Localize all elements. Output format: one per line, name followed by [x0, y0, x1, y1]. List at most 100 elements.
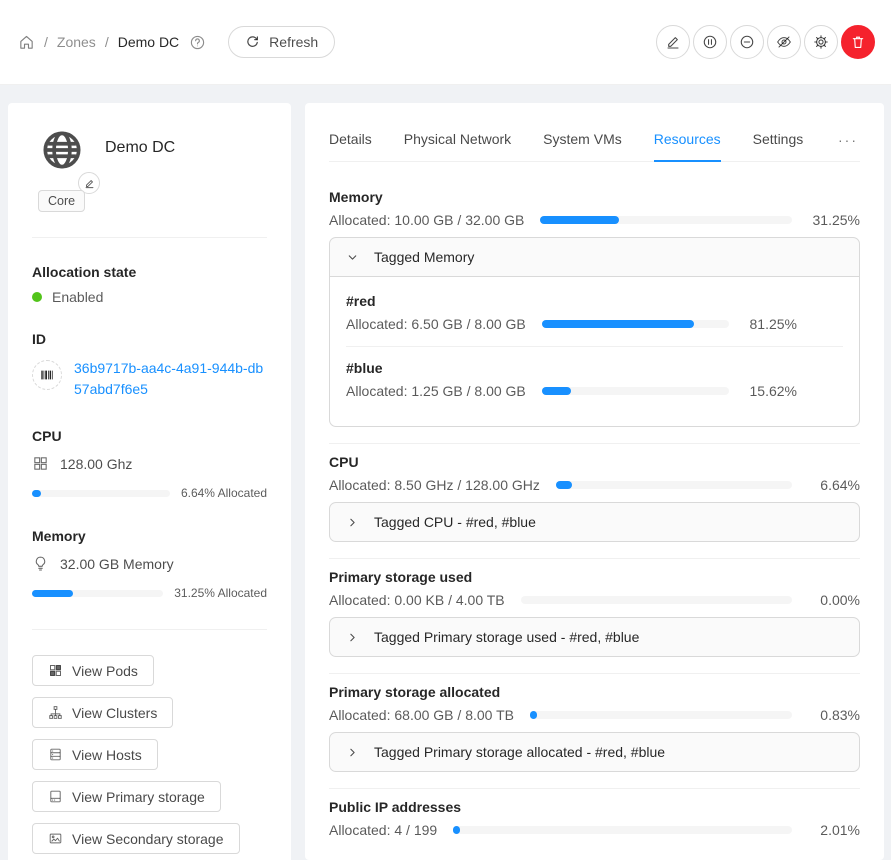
collapse-body: #red Allocated: 6.50 GB / 8.00 GB 81.25%… [330, 276, 859, 426]
progress-bar [542, 387, 729, 395]
action-settings-button[interactable] [804, 25, 838, 59]
view-hosts-button[interactable]: View Hosts [32, 739, 158, 770]
home-icon[interactable] [18, 34, 35, 51]
progress-bar [540, 216, 792, 224]
globe-icon [40, 128, 84, 172]
collapse-header[interactable]: Tagged Memory [330, 238, 859, 276]
allocation-state-label: Allocation state [32, 264, 267, 280]
action-edit-button[interactable] [656, 25, 690, 59]
tab-physical-network[interactable]: Physical Network [404, 119, 511, 162]
breadcrumb: / Zones / Demo DC Refresh [18, 26, 335, 58]
tagged-cpu-collapse: Tagged CPU - #red, #blue [329, 502, 860, 542]
memory-progress-row: 31.25% Allocated [32, 586, 267, 600]
zone-detail-card: Details Physical Network System VMs Reso… [305, 103, 884, 860]
cpu-progress-row: 6.64% Allocated [32, 486, 267, 500]
view-secondary-storage-button[interactable]: View Secondary storage [32, 823, 240, 854]
progress-bar [556, 481, 792, 489]
memory-percent-label: 31.25% Allocated [174, 586, 267, 600]
resource-title: Primary storage allocated [329, 684, 860, 700]
memory-value: 32.00 GB Memory [60, 556, 174, 572]
divider [329, 673, 860, 674]
divider [329, 558, 860, 559]
tagged-row: Allocated: 1.25 GB / 8.00 GB 15.62% [346, 383, 843, 399]
question-circle-icon[interactable] [189, 34, 206, 51]
barcode-icon [32, 360, 62, 390]
progress-bar [542, 320, 729, 328]
percent-label: 0.83% [806, 707, 860, 723]
tab-resources[interactable]: Resources [654, 119, 721, 162]
collapse-header[interactable]: Tagged Primary storage allocated - #red,… [330, 733, 859, 771]
action-delete-button[interactable] [841, 25, 875, 59]
cpu-value-row: 128.00 Ghz [32, 455, 267, 472]
bulb-icon [32, 555, 49, 572]
zone-summary-card: Demo DC Core Allocation state Enabled ID… [8, 103, 291, 860]
tagged-primary-storage-used-collapse: Tagged Primary storage used - #red, #blu… [329, 617, 860, 657]
view-pods-label: View Pods [72, 663, 138, 679]
action-pause-button[interactable] [693, 25, 727, 59]
zone-actions [656, 25, 875, 59]
edit-icon [665, 34, 681, 50]
cpu-icon [32, 455, 49, 472]
view-clusters-button[interactable]: View Clusters [32, 697, 173, 728]
progress-bar [453, 826, 792, 834]
divider [346, 346, 843, 347]
edit-icon [84, 178, 95, 189]
view-primary-storage-label: View Primary storage [72, 789, 205, 805]
action-minus-button[interactable] [730, 25, 764, 59]
collapse-label: Tagged Memory [374, 249, 474, 265]
primary-storage-icon [48, 789, 63, 804]
progress-bar [521, 596, 792, 604]
allocated-text: Allocated: 0.00 KB / 4.00 TB [329, 592, 505, 608]
reload-icon [245, 35, 260, 50]
zone-head: Demo DC Core [32, 127, 267, 237]
resource-section-memory: Memory Allocated: 10.00 GB / 32.00 GB 31… [329, 189, 860, 427]
minus-circle-icon [739, 34, 755, 50]
tag-name: #blue [346, 360, 843, 376]
collapse-label: Tagged Primary storage allocated - #red,… [374, 744, 665, 760]
resource-title: CPU [329, 454, 860, 470]
tag-name: #red [346, 293, 843, 309]
view-buttons: View Pods View Clusters View Hosts View … [32, 655, 267, 854]
allocated-text: Allocated: 10.00 GB / 32.00 GB [329, 212, 524, 228]
chevron-right-icon [346, 746, 359, 759]
status-dot [32, 292, 42, 302]
allocation-state-value: Enabled [52, 289, 103, 305]
id-row: 36b9717b-aa4c-4a91-944b-db57abd7f6e5 [32, 358, 267, 400]
id-label: ID [32, 331, 267, 347]
tabs-more-icon[interactable]: ··· [836, 120, 860, 161]
top-bar: / Zones / Demo DC Refresh [0, 0, 891, 85]
tab-settings[interactable]: Settings [753, 119, 804, 162]
breadcrumb-zones-link[interactable]: Zones [57, 34, 96, 50]
tab-system-vms[interactable]: System VMs [543, 119, 622, 162]
resource-title: Memory [329, 189, 860, 205]
cpu-percent-label: 6.64% Allocated [181, 486, 267, 500]
resource-section-cpu: CPU Allocated: 8.50 GHz / 128.00 GHz 6.6… [329, 454, 860, 542]
resource-section-primary-storage-allocated: Primary storage allocated Allocated: 68.… [329, 684, 860, 772]
tagged-primary-storage-allocated-collapse: Tagged Primary storage allocated - #red,… [329, 732, 860, 772]
tab-details[interactable]: Details [329, 119, 372, 162]
resource-title: Primary storage used [329, 569, 860, 585]
zone-title: Demo DC [105, 139, 175, 157]
pause-circle-icon [702, 34, 718, 50]
percent-label: 15.62% [743, 383, 797, 399]
cpu-value: 128.00 Ghz [60, 456, 132, 472]
zone-id-value[interactable]: 36b9717b-aa4c-4a91-944b-db57abd7f6e5 [74, 358, 267, 400]
action-eye-invisible-button[interactable] [767, 25, 801, 59]
allocated-text: Allocated: 8.50 GHz / 128.00 GHz [329, 477, 540, 493]
breadcrumb-current: Demo DC [118, 34, 179, 50]
refresh-button[interactable]: Refresh [228, 26, 335, 58]
resource-section-primary-storage-used: Primary storage used Allocated: 0.00 KB … [329, 569, 860, 657]
collapse-header[interactable]: Tagged CPU - #red, #blue [330, 503, 859, 541]
memory-value-row: 32.00 GB Memory [32, 555, 267, 572]
cpu-progress-bar [32, 490, 170, 497]
divider [32, 237, 267, 238]
view-pods-button[interactable]: View Pods [32, 655, 154, 686]
view-primary-storage-button[interactable]: View Primary storage [32, 781, 221, 812]
tagged-memory-collapse: Tagged Memory #red Allocated: 6.50 GB / … [329, 237, 860, 427]
percent-label: 81.25% [743, 316, 797, 332]
breadcrumb-separator: / [105, 34, 109, 50]
resource-section-public-ip: Public IP addresses Allocated: 4 / 199 2… [329, 799, 860, 838]
collapse-header[interactable]: Tagged Primary storage used - #red, #blu… [330, 618, 859, 656]
content-area: Demo DC Core Allocation state Enabled ID… [0, 85, 891, 860]
resource-row: Allocated: 68.00 GB / 8.00 TB 0.83% [329, 707, 860, 723]
